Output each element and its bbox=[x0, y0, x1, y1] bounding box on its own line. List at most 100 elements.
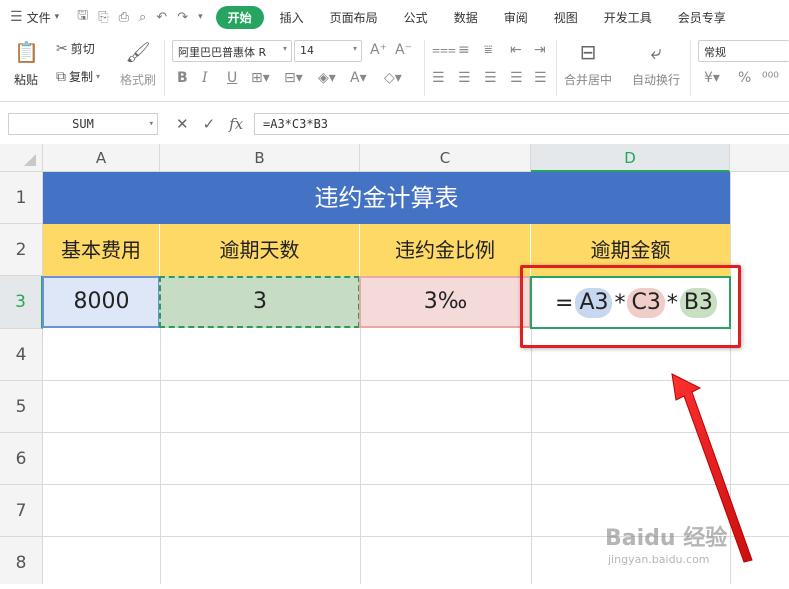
font-size-select[interactable]: 14 ▾ bbox=[294, 40, 362, 62]
font-size-value: 14 bbox=[300, 44, 314, 57]
column-header-d[interactable]: D bbox=[531, 144, 730, 172]
tab-review[interactable]: 审阅 bbox=[494, 6, 538, 29]
cell-b3[interactable]: 3 bbox=[160, 276, 360, 328]
name-box[interactable]: SUM ▾ bbox=[8, 113, 158, 135]
column-header-e[interactable] bbox=[730, 144, 789, 172]
align-center-icon[interactable]: ☰ bbox=[458, 70, 471, 86]
fill-color-icon[interactable]: ◈▾ bbox=[318, 70, 336, 86]
annotation-highlight-box bbox=[520, 265, 741, 348]
font-color-icon[interactable]: A▾ bbox=[350, 70, 367, 86]
cut-button[interactable]: ✂ 剪切 bbox=[56, 40, 95, 57]
gridline bbox=[730, 172, 731, 584]
merge-center-button[interactable]: ⊟ 合并居中 bbox=[564, 40, 612, 88]
currency-icon[interactable]: ¥▾ bbox=[704, 70, 720, 86]
indent-increase-icon[interactable]: ⇥ bbox=[534, 42, 546, 58]
print-preview-icon[interactable]: ⌕ bbox=[139, 10, 146, 25]
row-header-5[interactable]: 5 bbox=[0, 381, 43, 433]
wrap-icon: ⤶ bbox=[650, 40, 662, 64]
cell-style-icon[interactable]: ⊟▾ bbox=[284, 70, 303, 86]
formula-input[interactable]: =A3*C3*B3 bbox=[254, 113, 789, 135]
format-painter-label: 格式刷 bbox=[120, 73, 157, 87]
paste-label: 粘贴 bbox=[14, 73, 39, 87]
select-all-corner[interactable] bbox=[0, 144, 43, 172]
cancel-icon[interactable]: ✕ bbox=[176, 113, 189, 135]
distributed-icon[interactable]: ☰ bbox=[534, 70, 547, 86]
tab-home[interactable]: 开始 bbox=[215, 5, 264, 29]
watermark-logo: Baidu 经验 bbox=[605, 526, 728, 551]
font-name-value: 阿里巴巴普惠体 R bbox=[178, 46, 267, 59]
row-header-6[interactable]: 6 bbox=[0, 433, 43, 485]
tab-page-layout[interactable]: 页面布局 bbox=[320, 6, 388, 29]
tab-data[interactable]: 数据 bbox=[444, 6, 488, 29]
cell-b2[interactable]: 逾期天数 bbox=[160, 224, 360, 276]
underline-icon[interactable]: U bbox=[227, 70, 237, 86]
redo-icon[interactable]: ↷ bbox=[177, 10, 188, 25]
name-box-value: SUM bbox=[72, 117, 94, 131]
undo-icon[interactable]: ↶ bbox=[156, 10, 167, 25]
paste-button[interactable]: 📋 粘贴 bbox=[14, 40, 39, 88]
justify-icon[interactable]: ☰ bbox=[510, 70, 523, 86]
cell-c2[interactable]: 违约金比例 bbox=[360, 224, 531, 276]
more-icon[interactable]: ▾ bbox=[198, 12, 203, 22]
hamburger-icon: ☰ bbox=[10, 9, 23, 25]
format-painter-button[interactable]: 🖌 格式刷 bbox=[120, 40, 156, 88]
thousands-icon[interactable]: ⁰⁰⁰ bbox=[762, 70, 779, 86]
divider bbox=[424, 40, 425, 96]
italic-icon[interactable]: I bbox=[202, 70, 208, 86]
export-icon[interactable]: ⎘ bbox=[98, 10, 108, 25]
gridline bbox=[43, 432, 789, 433]
align-bottom-icon[interactable]: ⩸ bbox=[484, 42, 493, 58]
tab-insert[interactable]: 插入 bbox=[270, 6, 314, 29]
align-top-icon[interactable]: ⩶ bbox=[432, 42, 456, 58]
watermark-url: jingyan.baidu.com bbox=[608, 553, 710, 566]
cell-title-a1-d1[interactable]: 违约金计算表 bbox=[43, 172, 730, 224]
print-icon[interactable]: ⎙ bbox=[119, 10, 129, 25]
save-icon[interactable]: 🖫 bbox=[77, 6, 88, 28]
align-right-icon[interactable]: ☰ bbox=[484, 70, 497, 86]
formula-actions: ✕ ✓ fx bbox=[176, 113, 243, 135]
cell-a2[interactable]: 基本费用 bbox=[43, 224, 160, 276]
row-header-8[interactable]: 8 bbox=[0, 537, 43, 584]
chevron-down-icon: ▾ bbox=[54, 12, 60, 22]
row-header-7[interactable]: 7 bbox=[0, 485, 43, 537]
chevron-down-icon: ▾ bbox=[148, 119, 154, 129]
tab-developer[interactable]: 开发工具 bbox=[594, 6, 662, 29]
column-header-b[interactable]: B bbox=[160, 144, 360, 172]
copy-button[interactable]: ⧉ 复制 ▾ bbox=[56, 68, 100, 85]
row-header-2[interactable]: 2 bbox=[0, 224, 43, 276]
scissors-icon: ✂ bbox=[56, 40, 68, 57]
clear-icon[interactable]: ◇▾ bbox=[384, 70, 402, 86]
indent-decrease-icon[interactable]: ⇤ bbox=[510, 42, 522, 58]
quick-access-toolbar: 🖫 ⎘ ⎙ ⌕ ↶ ↷ ▾ bbox=[67, 6, 213, 28]
file-menu-label: 文件 bbox=[26, 10, 51, 25]
file-menu[interactable]: ☰ 文件 ▾ bbox=[0, 9, 67, 26]
align-left-icon[interactable]: ☰ bbox=[432, 70, 445, 86]
row-header-4[interactable]: 4 bbox=[0, 329, 43, 381]
align-middle-icon[interactable]: ≡ bbox=[458, 42, 470, 58]
tab-member[interactable]: 会员专享 bbox=[668, 6, 736, 29]
tab-formulas[interactable]: 公式 bbox=[394, 6, 438, 29]
formula-bar: SUM ▾ ✕ ✓ fx =A3*C3*B3 bbox=[0, 110, 789, 140]
border-icon[interactable]: ⊞▾ bbox=[251, 70, 270, 86]
cell-c3[interactable]: 3‰ bbox=[360, 276, 531, 328]
column-header-a[interactable]: A bbox=[43, 144, 160, 172]
row-header-1[interactable]: 1 bbox=[0, 172, 43, 224]
copy-icon: ⧉ bbox=[56, 68, 66, 85]
cut-label: 剪切 bbox=[70, 42, 95, 56]
number-format-select[interactable]: 常规 bbox=[698, 40, 789, 62]
confirm-icon[interactable]: ✓ bbox=[203, 113, 216, 135]
font-name-select[interactable]: 阿里巴巴普惠体 R ▾ bbox=[172, 40, 292, 62]
column-header-c[interactable]: C bbox=[360, 144, 531, 172]
divider bbox=[690, 40, 691, 96]
row-header-3[interactable]: 3 bbox=[0, 276, 43, 329]
insert-function-icon[interactable]: fx bbox=[229, 113, 243, 135]
divider bbox=[556, 40, 557, 96]
decrease-font-icon[interactable]: A⁻ bbox=[395, 42, 412, 58]
tab-view[interactable]: 视图 bbox=[544, 6, 588, 29]
percent-icon[interactable]: % bbox=[738, 70, 751, 86]
bold-icon[interactable]: B bbox=[177, 70, 188, 86]
chevron-down-icon: ▾ bbox=[96, 72, 101, 81]
cell-a3[interactable]: 8000 bbox=[43, 276, 160, 328]
increase-font-icon[interactable]: A⁺ bbox=[370, 42, 387, 58]
wrap-text-button[interactable]: ⤶ 自动换行 bbox=[632, 40, 680, 88]
